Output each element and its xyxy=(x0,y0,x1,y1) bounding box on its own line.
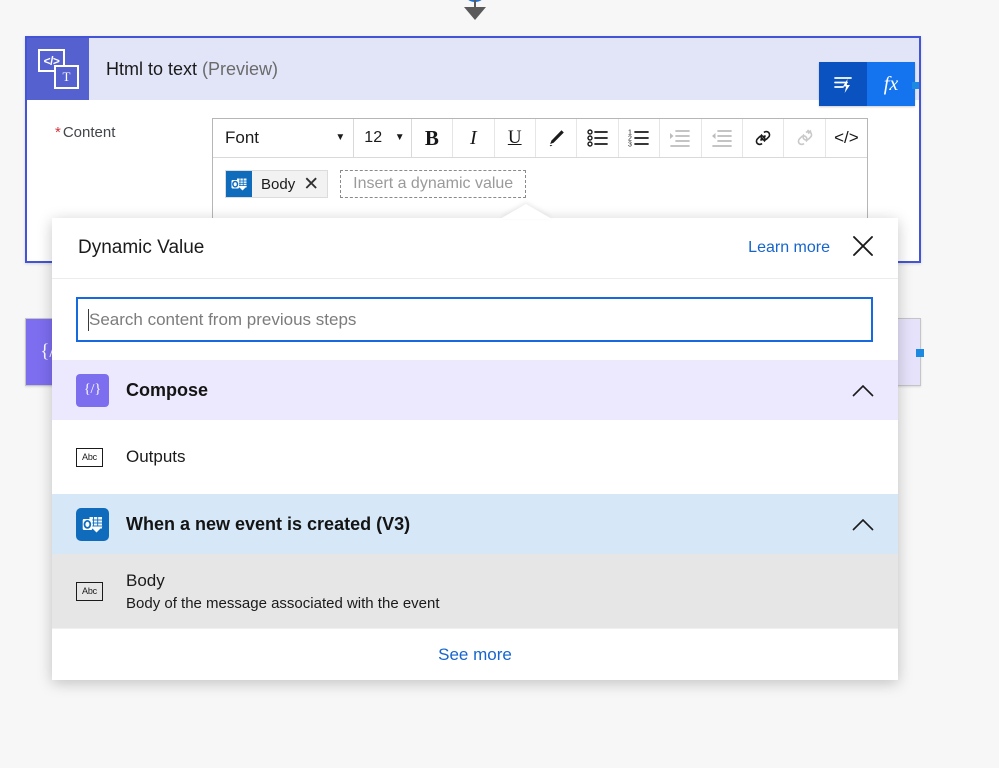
font-family-value: Font xyxy=(225,128,260,147)
code-view-button[interactable]: </> xyxy=(826,119,867,157)
group-header-when-a-new-event-is-created-v3[interactable]: When a new event is created (V3) xyxy=(52,494,898,554)
dynamic-content-button[interactable] xyxy=(819,62,867,106)
italic-button[interactable]: I xyxy=(453,119,495,157)
numbered-list-button[interactable]: 1 2 3 xyxy=(619,119,661,157)
chevron-down-icon: ▼ xyxy=(335,132,346,143)
editor-mode-toggle-group: fx xyxy=(819,62,919,106)
group-label: Compose xyxy=(126,379,209,400)
search-placeholder: Search content from previous steps xyxy=(89,309,357,329)
token-label: Body xyxy=(261,175,296,193)
list-item-description: Body of the message associated with the … xyxy=(126,594,440,612)
compose-icon: {/} xyxy=(76,373,109,407)
see-more-button[interactable]: See more xyxy=(52,628,898,680)
list-item-text: Body Body of the message associated with… xyxy=(126,571,440,612)
card-connector-handle[interactable] xyxy=(916,349,924,357)
flow-connector xyxy=(455,0,495,30)
required-asterisk: * xyxy=(55,124,61,141)
card-connector-handle[interactable] xyxy=(912,82,919,89)
editor-toolbar: Font ▼ 12 ▼ B I U 1 2 3 </> xyxy=(213,119,867,158)
list-item[interactable]: Abc Outputs xyxy=(52,420,898,494)
action-card-title: Html to text (Preview) xyxy=(106,59,278,80)
svg-text:3: 3 xyxy=(628,142,632,149)
font-size-value: 12 xyxy=(364,129,383,146)
chevron-down-icon: ▼ xyxy=(394,132,405,143)
list-item[interactable]: Abc Body Body of the message associated … xyxy=(52,554,898,628)
action-title-text: Html to text xyxy=(106,58,198,79)
increase-indent-button xyxy=(660,119,702,157)
outlook-icon xyxy=(226,171,252,197)
bold-button[interactable]: B xyxy=(412,119,454,157)
learn-more-link[interactable]: Learn more xyxy=(748,239,830,257)
dialog-callout-arrow xyxy=(500,204,552,219)
list-item-title: Body xyxy=(126,570,165,590)
abc-text-icon: Abc xyxy=(76,581,103,601)
dialog-search-wrapper: Search content from previous steps xyxy=(52,279,898,360)
expression-fx-button[interactable]: fx xyxy=(867,62,915,106)
search-input[interactable]: Search content from previous steps xyxy=(76,297,873,342)
action-card-header: </> T Html to text (Preview) fx xyxy=(27,38,919,106)
insert-dynamic-value-placeholder[interactable]: Insert a dynamic value xyxy=(340,170,527,198)
font-size-dropdown[interactable]: 12 ▼ xyxy=(354,119,412,157)
outlook-icon xyxy=(76,507,109,541)
connector-arrow-icon xyxy=(464,7,486,20)
flow-designer-canvas: </> T Html to text (Preview) fx * Conten… xyxy=(0,0,999,768)
font-family-dropdown[interactable]: Font ▼ xyxy=(213,119,355,157)
group-header-compose[interactable]: {/} Compose xyxy=(52,360,898,420)
dialog-header: Dynamic Value Learn more xyxy=(52,218,898,279)
dialog-title: Dynamic Value xyxy=(78,237,205,258)
action-title-preview-tag: (Preview) xyxy=(202,58,279,79)
close-icon[interactable] xyxy=(850,233,876,264)
close-icon[interactable]: ✕ xyxy=(303,175,323,194)
underline-button[interactable]: U xyxy=(495,119,536,157)
dynamic-value-dialog: Dynamic Value Learn more Search content … xyxy=(52,204,898,680)
insert-link-button[interactable] xyxy=(743,119,785,157)
html-to-text-icon: </> T xyxy=(27,38,89,100)
group-label: When a new event is created (V3) xyxy=(126,513,411,534)
content-label-text: Content xyxy=(62,124,116,141)
chevron-up-icon[interactable] xyxy=(852,384,874,397)
remove-link-button xyxy=(784,119,826,157)
decrease-indent-button xyxy=(702,119,743,157)
highlight-pen-button[interactable] xyxy=(536,119,578,157)
chevron-up-icon[interactable] xyxy=(852,518,874,531)
abc-text-icon: Abc xyxy=(76,447,103,467)
list-item-title: Outputs xyxy=(126,447,186,466)
dynamic-token-body[interactable]: Body ✕ xyxy=(225,170,329,198)
bulleted-list-button[interactable] xyxy=(577,119,619,157)
text-glyph-icon: T xyxy=(54,65,79,89)
list-item-text: Outputs xyxy=(126,447,186,467)
